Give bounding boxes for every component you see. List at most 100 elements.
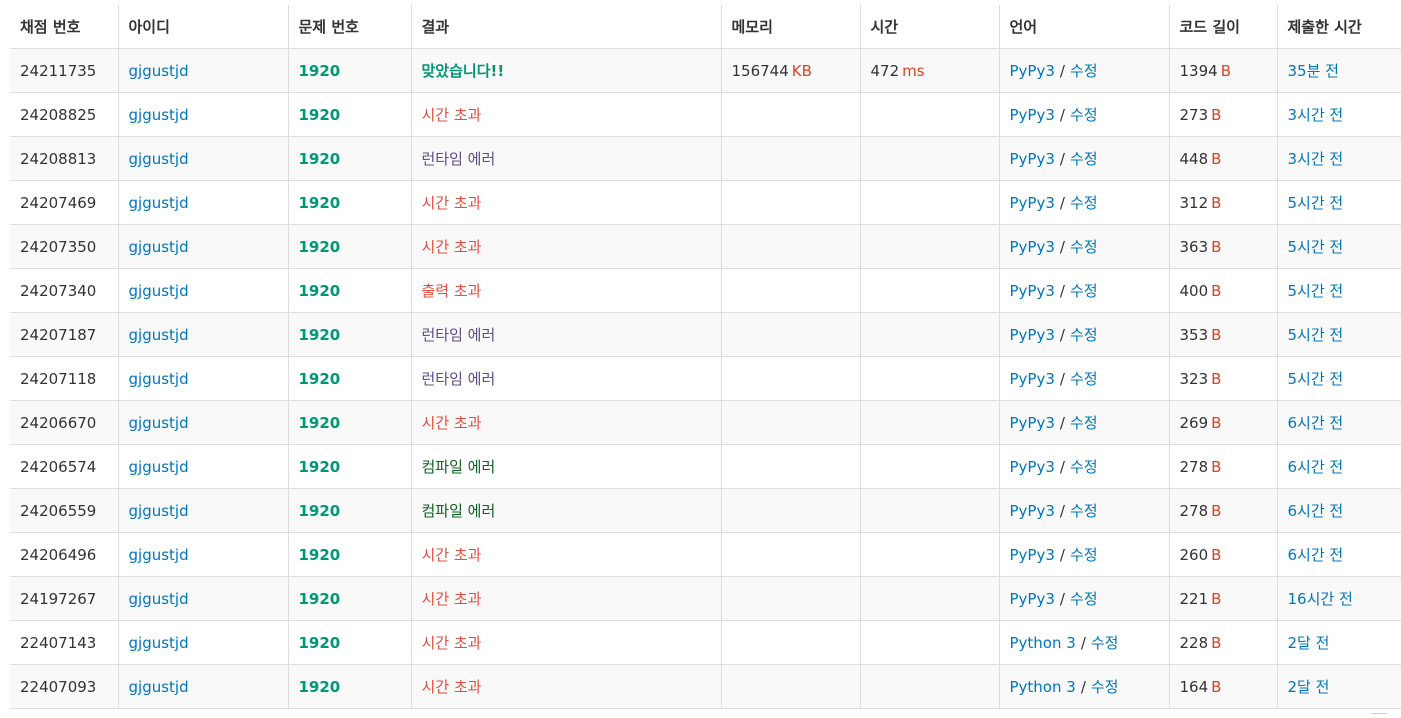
edit-link[interactable]: 수정 — [1070, 194, 1098, 212]
submitted-time-link[interactable]: 5시간 전 — [1288, 238, 1344, 256]
problem-id-link[interactable]: 1920 — [299, 678, 341, 696]
user-id-link[interactable]: gjgustjd — [129, 194, 189, 212]
language-cell: PyPy3/ 수정 — [998, 532, 1170, 577]
submitted-time-link[interactable]: 5시간 전 — [1288, 370, 1344, 388]
problem-id-link[interactable]: 1920 — [299, 194, 341, 212]
submitted-time-link[interactable]: 3시간 전 — [1288, 150, 1344, 168]
result-text: 맞았습니다!! — [421, 62, 505, 80]
user-id-link[interactable]: gjgustjd — [129, 282, 189, 300]
table-header-row: 채점 번호 아이디 문제 번호 결과 메모리 시간 언어 코드 길이 제출한 시… — [10, 5, 1401, 49]
language-link[interactable]: PyPy3 — [1010, 414, 1055, 432]
user-id-link[interactable]: gjgustjd — [129, 106, 189, 124]
problem-id-link[interactable]: 1920 — [299, 414, 341, 432]
edit-link[interactable]: 수정 — [1070, 282, 1098, 300]
submitted-time-link[interactable]: 3시간 전 — [1288, 106, 1344, 124]
user-id-link[interactable]: gjgustjd — [129, 458, 189, 476]
edit-link[interactable]: 수정 — [1070, 370, 1098, 388]
language-link[interactable]: Python 3 — [1010, 634, 1076, 652]
user-id-link[interactable]: gjgustjd — [129, 546, 189, 564]
language-separator: / — [1059, 150, 1065, 168]
language-link[interactable]: PyPy3 — [1010, 106, 1055, 124]
edit-link[interactable]: 수정 — [1070, 414, 1098, 432]
language-link[interactable]: PyPy3 — [1010, 502, 1055, 520]
memory-cell — [720, 92, 861, 137]
submitted-time-link[interactable]: 6시간 전 — [1288, 502, 1344, 520]
edit-link[interactable]: 수정 — [1070, 62, 1098, 80]
submitted-time-link[interactable]: 6시간 전 — [1288, 458, 1344, 476]
submitted-time-link[interactable]: 6시간 전 — [1288, 414, 1344, 432]
code-length-unit: B — [1211, 105, 1222, 124]
user-id-link[interactable]: gjgustjd — [129, 414, 189, 432]
problem-id-link[interactable]: 1920 — [299, 282, 341, 300]
problem-id-cell: 1920 — [287, 48, 412, 93]
submitted-time-link[interactable]: 35분 전 — [1288, 62, 1339, 80]
user-id-link[interactable]: gjgustjd — [129, 326, 189, 344]
time-cell — [859, 488, 1000, 533]
language-link[interactable]: Python 3 — [1010, 678, 1076, 696]
submission-id-cell: 24207118 — [10, 356, 119, 401]
language-link[interactable]: PyPy3 — [1010, 370, 1055, 388]
user-id-cell: gjgustjd — [117, 532, 289, 577]
language-link[interactable]: PyPy3 — [1010, 62, 1055, 80]
edit-link[interactable]: 수정 — [1070, 502, 1098, 520]
user-id-link[interactable]: gjgustjd — [129, 634, 189, 652]
result-cell: 맞았습니다!! — [410, 48, 722, 93]
submitted-time-link[interactable]: 2달 전 — [1288, 678, 1330, 696]
table-row: 24207469 gjgustjd 1920 시간 초과 PyPy3/ 수정 312 B 5시간… — [10, 180, 1401, 225]
user-id-link[interactable]: gjgustjd — [129, 370, 189, 388]
header-submission-id: 채점 번호 — [10, 5, 119, 49]
problem-id-link[interactable]: 1920 — [299, 458, 341, 476]
edit-link[interactable]: 수정 — [1070, 106, 1098, 124]
code-length-value: 278 — [1179, 501, 1209, 520]
problem-id-link[interactable]: 1920 — [299, 62, 341, 80]
language-link[interactable]: PyPy3 — [1010, 194, 1055, 212]
code-length-value: 164 — [1179, 677, 1209, 696]
user-id-link[interactable]: gjgustjd — [129, 62, 189, 80]
submitted-time-link[interactable]: 6시간 전 — [1288, 546, 1344, 564]
problem-id-link[interactable]: 1920 — [299, 634, 341, 652]
user-id-link[interactable]: gjgustjd — [129, 238, 189, 256]
user-id-link[interactable]: gjgustjd — [129, 678, 189, 696]
user-id-link[interactable]: gjgustjd — [129, 150, 189, 168]
submitted-time-cell: 5시간 전 — [1276, 224, 1401, 269]
language-link[interactable]: PyPy3 — [1010, 238, 1055, 256]
submission-id-cell: 24207187 — [10, 312, 119, 357]
language-link[interactable]: PyPy3 — [1010, 150, 1055, 168]
submitted-time-link[interactable]: 16시간 전 — [1288, 590, 1353, 608]
user-id-cell: gjgustjd — [117, 356, 289, 401]
user-id-link[interactable]: gjgustjd — [129, 502, 189, 520]
problem-id-link[interactable]: 1920 — [299, 590, 341, 608]
edit-link[interactable]: 수정 — [1070, 458, 1098, 476]
user-id-link[interactable]: gjgustjd — [129, 590, 189, 608]
table-row: 24206496 gjgustjd 1920 시간 초과 PyPy3/ 수정 260 B 6시간… — [10, 532, 1401, 577]
submitted-time-link[interactable]: 5시간 전 — [1288, 326, 1344, 344]
code-length-cell: 221 B — [1168, 576, 1278, 621]
submitted-time-link[interactable]: 2달 전 — [1288, 634, 1330, 652]
edit-link[interactable]: 수정 — [1070, 326, 1098, 344]
submission-id-cell: 24207340 — [10, 268, 119, 313]
problem-id-link[interactable]: 1920 — [299, 238, 341, 256]
edit-link[interactable]: 수정 — [1091, 678, 1119, 696]
edit-link[interactable]: 수정 — [1070, 238, 1098, 256]
language-link[interactable]: PyPy3 — [1010, 458, 1055, 476]
problem-id-link[interactable]: 1920 — [299, 150, 341, 168]
language-link[interactable]: PyPy3 — [1010, 282, 1055, 300]
problem-id-link[interactable]: 1920 — [299, 502, 341, 520]
submitted-time-link[interactable]: 5시간 전 — [1288, 282, 1344, 300]
result-cell: 시간 초과 — [410, 532, 722, 577]
edit-link[interactable]: 수정 — [1070, 150, 1098, 168]
language-link[interactable]: PyPy3 — [1010, 546, 1055, 564]
problem-id-link[interactable]: 1920 — [299, 106, 341, 124]
edit-link[interactable]: 수정 — [1070, 546, 1098, 564]
language-link[interactable]: PyPy3 — [1010, 590, 1055, 608]
edit-link[interactable]: 수정 — [1070, 590, 1098, 608]
submitted-time-link[interactable]: 5시간 전 — [1288, 194, 1344, 212]
language-link[interactable]: PyPy3 — [1010, 326, 1055, 344]
problem-id-link[interactable]: 1920 — [299, 326, 341, 344]
problem-id-link[interactable]: 1920 — [299, 546, 341, 564]
edit-link[interactable]: 수정 — [1091, 634, 1119, 652]
result-text: 런타임 에러 — [421, 370, 496, 388]
memory-cell — [720, 400, 861, 445]
language-separator: / — [1059, 458, 1065, 476]
problem-id-link[interactable]: 1920 — [299, 370, 341, 388]
